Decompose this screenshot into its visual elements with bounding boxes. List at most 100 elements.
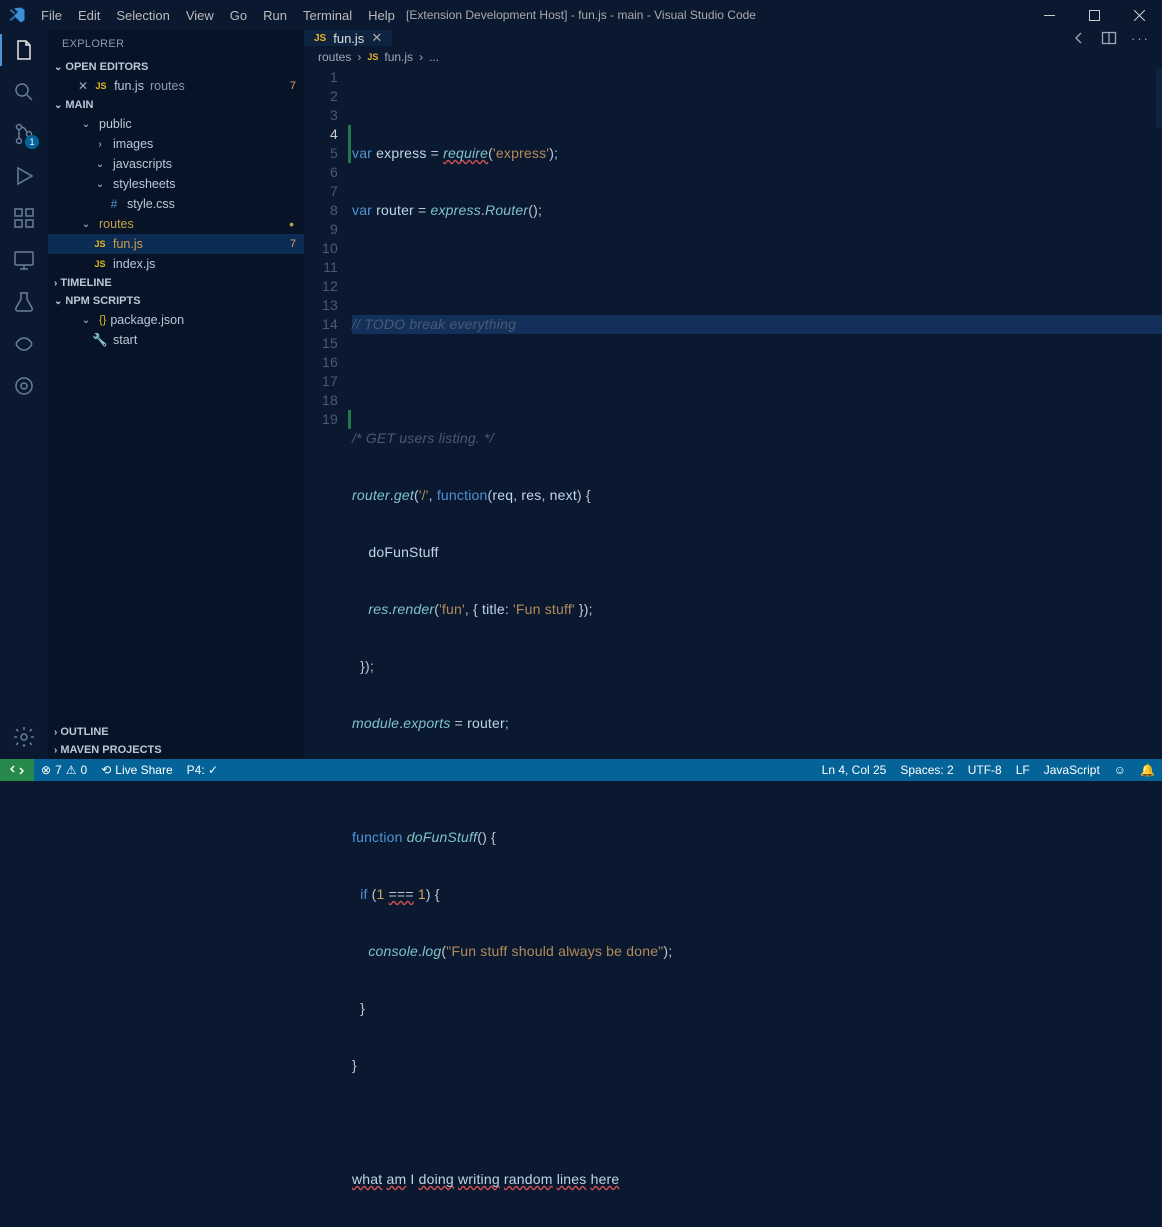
activity-bar: 1 [0, 30, 48, 759]
extensions-icon[interactable] [12, 206, 36, 230]
menu-help[interactable]: Help [361, 4, 402, 27]
explorer-icon[interactable] [12, 38, 36, 62]
chevron-down-icon: ⌄ [78, 216, 94, 232]
js-file-icon: JS [93, 78, 109, 94]
folder-public[interactable]: ⌄ public [48, 114, 304, 134]
scm-badge: 1 [25, 135, 39, 149]
open-editor-item[interactable]: ✕ JS fun.js routes 7 [48, 76, 304, 96]
file-funjs[interactable]: JS fun.js 7 [48, 234, 304, 254]
section-timeline-label: TIMELINE [60, 277, 111, 289]
close-button[interactable] [1117, 0, 1162, 30]
section-npm-scripts[interactable]: ⌄NPM SCRIPTS [48, 292, 304, 310]
maximize-button[interactable] [1072, 0, 1117, 30]
folder-javascripts[interactable]: ⌄javascripts [48, 154, 304, 174]
modified-dot-icon: • [289, 221, 294, 227]
window-title: [Extension Development Host] - fun.js - … [406, 8, 756, 22]
chevron-down-icon: ⌄ [92, 176, 108, 192]
menu-run[interactable]: Run [256, 4, 294, 27]
section-outline-label: OUTLINE [60, 726, 108, 738]
close-tab-icon[interactable]: ✕ [371, 30, 382, 46]
folder-routes[interactable]: ⌄ routes • [48, 214, 304, 234]
section-maven[interactable]: ›MAVEN PROJECTS [48, 741, 304, 759]
file-label: index.js [113, 257, 155, 271]
run-debug-icon[interactable] [12, 164, 36, 188]
chevron-down-icon: ⌄ [78, 312, 94, 328]
remote-indicator[interactable] [0, 759, 34, 781]
testing-icon[interactable] [12, 290, 36, 314]
file-stylecss[interactable]: # style.css [48, 194, 304, 214]
minimize-button[interactable] [1027, 0, 1072, 30]
remote-explorer-icon[interactable] [12, 248, 36, 272]
npm-script-start[interactable]: 🔧 start [48, 330, 304, 350]
file-indexjs[interactable]: JS index.js [48, 254, 304, 274]
settings-gear-icon[interactable] [12, 725, 36, 749]
section-timeline[interactable]: ›TIMELINE [48, 274, 304, 292]
breadcrumb-seg[interactable]: fun.js [384, 50, 413, 64]
menu-selection[interactable]: Selection [109, 4, 176, 27]
minimap[interactable] [1156, 68, 1162, 128]
line-gutter: 1234 5678 9101112 13141516 171819 [304, 68, 352, 1227]
css-file-icon: # [106, 196, 122, 212]
editor-area: JS fun.js ✕ ··· routes› JS fun.js› ... 1… [304, 30, 1162, 759]
search-icon[interactable] [12, 80, 36, 104]
wrench-icon: 🔧 [92, 332, 108, 348]
file-label: style.css [127, 197, 175, 211]
js-file-icon: JS [367, 52, 378, 62]
problems-count: 7 [290, 238, 296, 250]
warning-icon: ⚠ [66, 763, 77, 777]
problems-status[interactable]: ⊗7⚠0 [34, 759, 94, 781]
problems-count: 7 [290, 80, 296, 92]
section-outline[interactable]: ›OUTLINE [48, 723, 304, 741]
more-actions-icon[interactable]: ··· [1131, 31, 1150, 46]
section-maven-label: MAVEN PROJECTS [60, 744, 161, 756]
folder-stylesheets[interactable]: ⌄ stylesheets [48, 174, 304, 194]
editor-tabs: JS fun.js ✕ ··· [304, 30, 1162, 46]
section-open-editors-label: OPEN EDITORS [65, 61, 148, 73]
go-back-icon[interactable] [1071, 30, 1087, 46]
target-icon[interactable] [12, 374, 36, 398]
folder-label: images [113, 137, 153, 151]
chevron-down-icon: ⌄ [92, 156, 108, 172]
file-label: fun.js [113, 237, 143, 251]
code-lines[interactable]: var express = require('express'); var ro… [352, 68, 1162, 1227]
title-bar: File Edit Selection View Go Run Terminal… [0, 0, 1162, 30]
file-label: fun.js [114, 79, 144, 93]
menu-terminal[interactable]: Terminal [296, 4, 359, 27]
source-control-icon[interactable]: 1 [12, 122, 36, 146]
section-npm-label: NPM SCRIPTS [65, 295, 140, 307]
vscode-logo-icon [8, 6, 26, 24]
menu-view[interactable]: View [179, 4, 221, 27]
menu-edit[interactable]: Edit [71, 4, 107, 27]
share-icon[interactable] [12, 332, 36, 356]
json-icon: {} [99, 314, 106, 326]
menu-go[interactable]: Go [223, 4, 254, 27]
section-main-label: MAIN [65, 99, 93, 111]
menu-bar: File Edit Selection View Go Run Terminal… [34, 4, 402, 27]
breadcrumbs[interactable]: routes› JS fun.js› ... [304, 46, 1162, 68]
code-editor[interactable]: 1234 5678 9101112 13141516 171819 var ex… [304, 68, 1162, 1227]
folder-label: stylesheets [113, 177, 176, 191]
split-editor-icon[interactable] [1101, 30, 1117, 46]
chevron-right-icon: › [92, 136, 108, 152]
tab-funjs[interactable]: JS fun.js ✕ [304, 30, 392, 46]
liveshare-status[interactable]: ⟲Live Share [94, 759, 179, 781]
js-file-icon: JS [314, 33, 326, 44]
npm-package-json[interactable]: ⌄{}package.json [48, 310, 304, 330]
chevron-down-icon: ⌄ [78, 116, 94, 132]
breadcrumb-seg[interactable]: ... [429, 50, 439, 64]
close-file-icon[interactable]: ✕ [78, 79, 88, 93]
section-open-editors[interactable]: ⌄OPEN EDITORS [48, 58, 304, 76]
git-add-marker [348, 410, 351, 429]
explorer-title: EXPLORER [48, 30, 304, 58]
folder-label: routes [99, 217, 134, 231]
folder-label: public [99, 117, 132, 131]
menu-file[interactable]: File [34, 4, 69, 27]
js-file-icon: JS [92, 236, 108, 252]
js-file-icon: JS [92, 256, 108, 272]
liveshare-icon: ⟲ [101, 763, 111, 777]
section-main[interactable]: ⌄MAIN [48, 96, 304, 114]
breadcrumb-seg[interactable]: routes [318, 50, 351, 64]
folder-images[interactable]: › images [48, 134, 304, 154]
p4-status[interactable]: P4: ✓ [180, 759, 225, 781]
script-label: start [113, 333, 137, 347]
